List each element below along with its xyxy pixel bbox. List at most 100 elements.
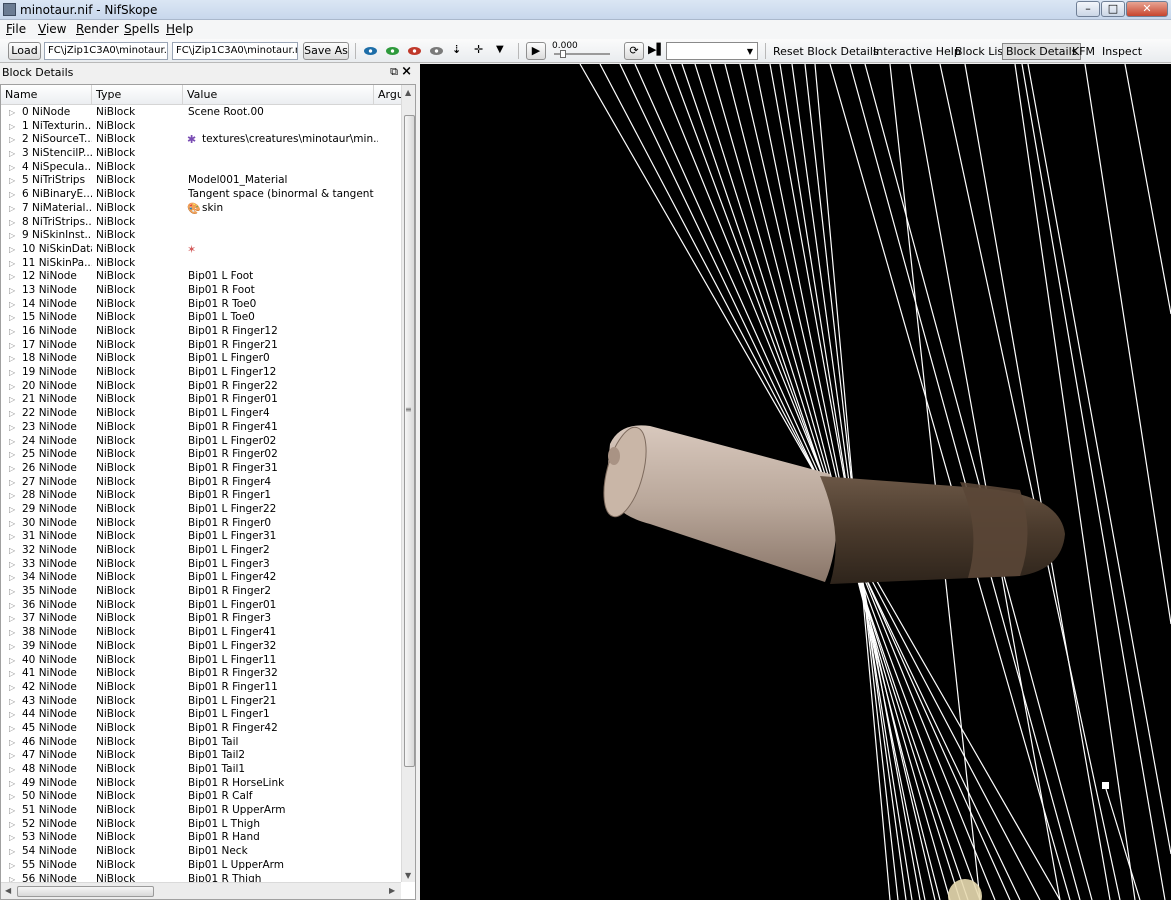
- scroll-down-icon[interactable]: ▼: [405, 871, 411, 880]
- close-icon[interactable]: ×: [401, 64, 412, 79]
- expand-arrow-icon[interactable]: ▷: [9, 736, 15, 750]
- expand-arrow-icon[interactable]: ▷: [9, 229, 15, 243]
- expand-arrow-icon[interactable]: ▷: [9, 366, 15, 380]
- tree-row[interactable]: ▷ 13 NiNode NiBlock Bip01 R Foot: [1, 284, 401, 298]
- tree-row[interactable]: ▷ 52 NiNode NiBlock Bip01 L Thigh: [1, 818, 401, 832]
- expand-arrow-icon[interactable]: ▷: [9, 640, 15, 654]
- expand-arrow-icon[interactable]: ▷: [9, 489, 15, 503]
- expand-arrow-icon[interactable]: ▷: [9, 503, 15, 517]
- block-list-button[interactable]: Block List: [955, 45, 1007, 58]
- tree-row[interactable]: ▷ 5 NiTriStrips NiBlock Model001_Material: [1, 174, 401, 188]
- view-eye-icon[interactable]: [430, 47, 443, 55]
- expand-arrow-icon[interactable]: ▷: [9, 311, 15, 325]
- tree-row[interactable]: ▷ 28 NiNode NiBlock Bip01 R Finger1: [1, 489, 401, 503]
- expand-arrow-icon[interactable]: ▷: [9, 558, 15, 572]
- expand-arrow-icon[interactable]: ▷: [9, 749, 15, 763]
- tree-row[interactable]: ▷ 8 NiTriStrips... NiBlock: [1, 216, 401, 230]
- inspect-button[interactable]: Inspect: [1102, 45, 1142, 58]
- animation-select[interactable]: ▼: [666, 42, 758, 60]
- tree-row[interactable]: ▷ 48 NiNode NiBlock Bip01 Tail1: [1, 763, 401, 777]
- expand-arrow-icon[interactable]: ▷: [9, 544, 15, 558]
- expand-arrow-icon[interactable]: ▷: [9, 448, 15, 462]
- vertical-scrollbar[interactable]: ▲ ≡ ▼: [401, 85, 415, 882]
- view-eye-icon[interactable]: [386, 47, 399, 55]
- expand-arrow-icon[interactable]: ▷: [9, 202, 15, 216]
- expand-arrow-icon[interactable]: ▷: [9, 147, 15, 161]
- expand-arrow-icon[interactable]: ▷: [9, 462, 15, 476]
- menu-view[interactable]: View: [38, 22, 66, 36]
- menu-file[interactable]: File: [6, 22, 26, 36]
- tree-row[interactable]: ▷ 0 NiNode NiBlock Scene Root.00: [1, 106, 401, 120]
- tree-row[interactable]: ▷ 16 NiNode NiBlock Bip01 R Finger12: [1, 325, 401, 339]
- expand-arrow-icon[interactable]: ▷: [9, 831, 15, 845]
- tree-row[interactable]: ▷ 3 NiStencilP... NiBlock: [1, 147, 401, 161]
- tree-row[interactable]: ▷ 20 NiNode NiBlock Bip01 R Finger22: [1, 380, 401, 394]
- tree-row[interactable]: ▷ 30 NiNode NiBlock Bip01 R Finger0: [1, 517, 401, 531]
- block-tree[interactable]: Name Type Value Argu ▷ 0 NiNode NiBlock Sce…: [0, 84, 416, 900]
- tree-row[interactable]: ▷ 46 NiNode NiBlock Bip01 Tail: [1, 736, 401, 750]
- horizontal-scrollbar[interactable]: ◀ ▶: [1, 882, 401, 899]
- tree-row[interactable]: ▷ 53 NiNode NiBlock Bip01 R Hand: [1, 831, 401, 845]
- expand-arrow-icon[interactable]: ▷: [9, 393, 15, 407]
- expand-arrow-icon[interactable]: ▷: [9, 722, 15, 736]
- expand-arrow-icon[interactable]: ▷: [9, 873, 15, 883]
- maximize-button[interactable]: □: [1101, 1, 1125, 17]
- tree-row[interactable]: ▷ 49 NiNode NiBlock Bip01 R HorseLink: [1, 777, 401, 791]
- expand-arrow-icon[interactable]: ▷: [9, 298, 15, 312]
- interactive-help-button[interactable]: Interactive Help: [873, 45, 961, 58]
- expand-arrow-icon[interactable]: ▷: [9, 407, 15, 421]
- expand-arrow-icon[interactable]: ▷: [9, 257, 15, 271]
- expand-arrow-icon[interactable]: ▷: [9, 421, 15, 435]
- tree-row[interactable]: ▷ 38 NiNode NiBlock Bip01 L Finger41: [1, 626, 401, 640]
- expand-arrow-icon[interactable]: ▷: [9, 325, 15, 339]
- save-path-field[interactable]: FC\jZip1C3A0\minotaur.nif: [172, 42, 298, 60]
- tree-row[interactable]: ▷ 21 NiNode NiBlock Bip01 R Finger01: [1, 393, 401, 407]
- expand-arrow-icon[interactable]: ▷: [9, 106, 15, 120]
- expand-arrow-icon[interactable]: ▷: [9, 380, 15, 394]
- tree-row[interactable]: ▷ 35 NiNode NiBlock Bip01 R Finger2: [1, 585, 401, 599]
- close-button[interactable]: ✕: [1126, 1, 1168, 17]
- tree-row[interactable]: ▷ 22 NiNode NiBlock Bip01 L Finger4: [1, 407, 401, 421]
- tree-row[interactable]: ▷ 51 NiNode NiBlock Bip01 R UpperArm: [1, 804, 401, 818]
- tree-row[interactable]: ▷ 14 NiNode NiBlock Bip01 R Toe0: [1, 298, 401, 312]
- expand-arrow-icon[interactable]: ▷: [9, 626, 15, 640]
- expand-arrow-icon[interactable]: ▷: [9, 571, 15, 585]
- tree-row[interactable]: ▷ 56 NiNode NiBlock Bip01 R Thigh: [1, 873, 401, 883]
- time-slider-handle[interactable]: [560, 50, 566, 58]
- expand-arrow-icon[interactable]: ▷: [9, 859, 15, 873]
- tree-row[interactable]: ▷ 47 NiNode NiBlock Bip01 Tail2: [1, 749, 401, 763]
- expand-arrow-icon[interactable]: ▷: [9, 476, 15, 490]
- view-eye-icon[interactable]: [408, 47, 421, 55]
- load-path-field[interactable]: FC\jZip1C3A0\minotaur.nif: [44, 42, 168, 60]
- tree-row[interactable]: ▷ 33 NiNode NiBlock Bip01 L Finger3: [1, 558, 401, 572]
- tree-row[interactable]: ▷ 1 NiTexturin... NiBlock: [1, 120, 401, 134]
- tree-row[interactable]: ▷ 12 NiNode NiBlock Bip01 L Foot: [1, 270, 401, 284]
- scroll-left-icon[interactable]: ◀: [5, 886, 11, 895]
- expand-arrow-icon[interactable]: ▷: [9, 530, 15, 544]
- tree-row[interactable]: ▷ 9 NiSkinInst... NiBlock: [1, 229, 401, 243]
- tree-row[interactable]: ▷ 26 NiNode NiBlock Bip01 R Finger31: [1, 462, 401, 476]
- expand-arrow-icon[interactable]: ▷: [9, 517, 15, 531]
- tree-row[interactable]: ▷ 34 NiNode NiBlock Bip01 L Finger42: [1, 571, 401, 585]
- tree-row[interactable]: ▷ 55 NiNode NiBlock Bip01 L UpperArm: [1, 859, 401, 873]
- tree-row[interactable]: ▷ 41 NiNode NiBlock Bip01 R Finger32: [1, 667, 401, 681]
- tree-row[interactable]: ▷ 43 NiNode NiBlock Bip01 L Finger21: [1, 695, 401, 709]
- tree-row[interactable]: ▷ 7 NiMaterial... NiBlock 🎨 skin: [1, 202, 401, 216]
- switch-anim-icon[interactable]: ▶▌: [648, 43, 665, 56]
- expand-arrow-icon[interactable]: ▷: [9, 216, 15, 230]
- expand-arrow-icon[interactable]: ▷: [9, 804, 15, 818]
- expand-arrow-icon[interactable]: ▷: [9, 435, 15, 449]
- expand-arrow-icon[interactable]: ▷: [9, 161, 15, 175]
- play-button[interactable]: ▶: [526, 42, 546, 60]
- tree-row[interactable]: ▷ 37 NiNode NiBlock Bip01 R Finger3: [1, 612, 401, 626]
- tree-row[interactable]: ▷ 6 NiBinaryE... NiBlock Tangent space (bin…: [1, 188, 401, 202]
- float-icon[interactable]: ⧉: [390, 65, 398, 79]
- scroll-right-icon[interactable]: ▶: [389, 886, 395, 895]
- scrollbar-thumb[interactable]: [404, 115, 415, 767]
- expand-arrow-icon[interactable]: ▷: [9, 777, 15, 791]
- expand-arrow-icon[interactable]: ▷: [9, 174, 15, 188]
- menu-spells[interactable]: Spells: [124, 22, 160, 36]
- axes-icon[interactable]: ✛: [474, 43, 483, 56]
- expand-arrow-icon[interactable]: ▷: [9, 243, 15, 257]
- kfm-button[interactable]: KFM: [1072, 45, 1095, 58]
